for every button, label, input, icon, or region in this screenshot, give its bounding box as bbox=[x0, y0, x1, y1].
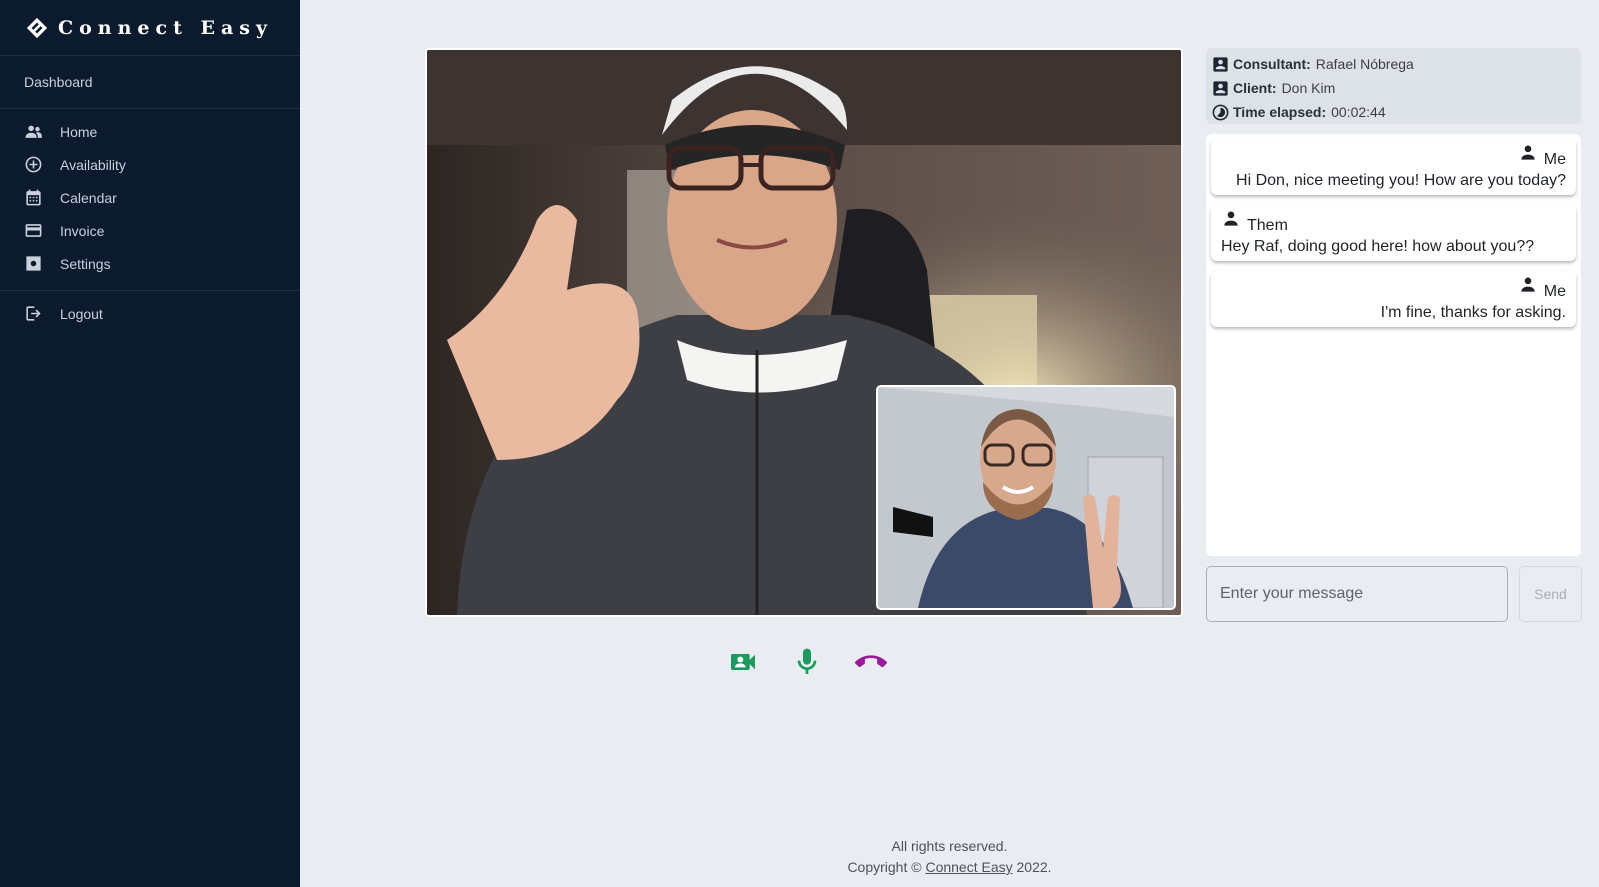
logout-icon bbox=[26, 306, 41, 321]
phone-hangup-icon bbox=[855, 655, 887, 668]
session-info-panel: Consultant: Rafael Nóbrega Client: Don K… bbox=[1206, 48, 1581, 124]
client-row: Client: Don Kim bbox=[1211, 76, 1576, 100]
chat-panel: Me Hi Don, nice meeting you! How are you… bbox=[1206, 134, 1581, 556]
self-video-feed bbox=[878, 387, 1174, 608]
chat-message: Me Hi Don, nice meeting you! How are you… bbox=[1211, 139, 1576, 195]
person-icon bbox=[1521, 145, 1535, 160]
person-icon bbox=[1521, 277, 1535, 292]
account-box-icon bbox=[1213, 80, 1228, 96]
sender-name: Me bbox=[1543, 283, 1566, 300]
sidebar-item-availability[interactable]: Availability bbox=[0, 148, 300, 181]
time-label: Time elapsed: bbox=[1233, 104, 1327, 120]
sidebar-nav: Home Availability Calendar Invoice Setti… bbox=[0, 109, 300, 291]
sidebar-item-label: Settings bbox=[60, 255, 111, 272]
sidebar-section-dashboard: Dashboard bbox=[0, 56, 300, 109]
footer-rights: All rights reserved. bbox=[891, 838, 1008, 854]
chat-message: Me I'm fine, thanks for asking. bbox=[1211, 271, 1576, 327]
account-box-icon bbox=[1213, 56, 1228, 72]
copyright-prefix: Copyright © bbox=[847, 859, 922, 875]
sidebar-item-label: Invoice bbox=[60, 222, 105, 239]
microphone-toggle-button[interactable] bbox=[790, 645, 824, 679]
consultant-row: Consultant: Rafael Nóbrega bbox=[1211, 52, 1576, 76]
copyright-year: 2022. bbox=[1016, 859, 1052, 875]
sender-name: Them bbox=[1247, 217, 1288, 234]
connect-easy-logo-icon bbox=[26, 17, 48, 38]
footer-brand-link[interactable]: Connect Easy bbox=[925, 859, 1012, 875]
footer: All rights reserved. Copyright © Connect… bbox=[300, 836, 1599, 878]
message-text: I'm fine, thanks for asking. bbox=[1380, 304, 1566, 321]
timelapse-icon bbox=[1212, 104, 1229, 120]
sidebar-item-label: Calendar bbox=[60, 189, 117, 206]
message-sender: Them bbox=[1221, 210, 1566, 235]
sidebar-item-label: Logout bbox=[60, 305, 103, 322]
video-camera-icon bbox=[731, 654, 755, 670]
sidebar-item-home[interactable]: Home bbox=[0, 115, 300, 148]
send-button[interactable]: Send bbox=[1519, 566, 1582, 622]
client-name: Don Kim bbox=[1281, 80, 1336, 96]
message-sender: Me bbox=[1221, 276, 1566, 301]
sidebar-item-label: Availability bbox=[60, 156, 126, 173]
brand-name: Connect Easy bbox=[58, 16, 274, 39]
plus-circle-icon bbox=[25, 156, 42, 173]
hang-up-button[interactable] bbox=[854, 645, 888, 679]
chat-message: Them Hey Raf, doing good here! how about… bbox=[1211, 205, 1576, 261]
sidebar-item-calendar[interactable]: Calendar bbox=[0, 181, 300, 214]
sidebar-item-settings[interactable]: Settings bbox=[0, 247, 300, 280]
sender-name: Me bbox=[1543, 151, 1566, 168]
camera-toggle-button[interactable] bbox=[726, 645, 760, 679]
consultant-label: Consultant: bbox=[1233, 56, 1311, 72]
gear-icon bbox=[26, 256, 41, 271]
footer-copyright: Copyright © Connect Easy 2022. bbox=[300, 857, 1599, 878]
brand[interactable]: Connect Easy bbox=[0, 0, 300, 56]
message-input[interactable] bbox=[1206, 566, 1508, 622]
person-icon bbox=[1224, 211, 1238, 226]
calendar-icon bbox=[26, 189, 41, 206]
microphone-icon bbox=[797, 648, 817, 674]
client-label: Client: bbox=[1233, 80, 1277, 96]
sidebar-item-logout[interactable]: Logout bbox=[0, 297, 300, 330]
message-sender: Me bbox=[1221, 144, 1566, 169]
time-elapsed: 00:02:44 bbox=[1331, 104, 1386, 120]
self-video[interactable] bbox=[876, 385, 1176, 610]
message-text: Hey Raf, doing good here! how about you?… bbox=[1221, 238, 1535, 255]
sidebar: Connect Easy Dashboard Home Availability… bbox=[0, 0, 300, 887]
people-icon bbox=[25, 125, 42, 138]
message-text: Hi Don, nice meeting you! How are you to… bbox=[1236, 172, 1566, 189]
sidebar-item-invoice[interactable]: Invoice bbox=[0, 214, 300, 247]
call-controls bbox=[726, 645, 918, 679]
time-row: Time elapsed: 00:02:44 bbox=[1211, 100, 1576, 124]
credit-card-icon bbox=[25, 224, 42, 237]
consultant-name: Rafael Nóbrega bbox=[1315, 56, 1414, 72]
sidebar-item-label: Home bbox=[60, 123, 98, 140]
